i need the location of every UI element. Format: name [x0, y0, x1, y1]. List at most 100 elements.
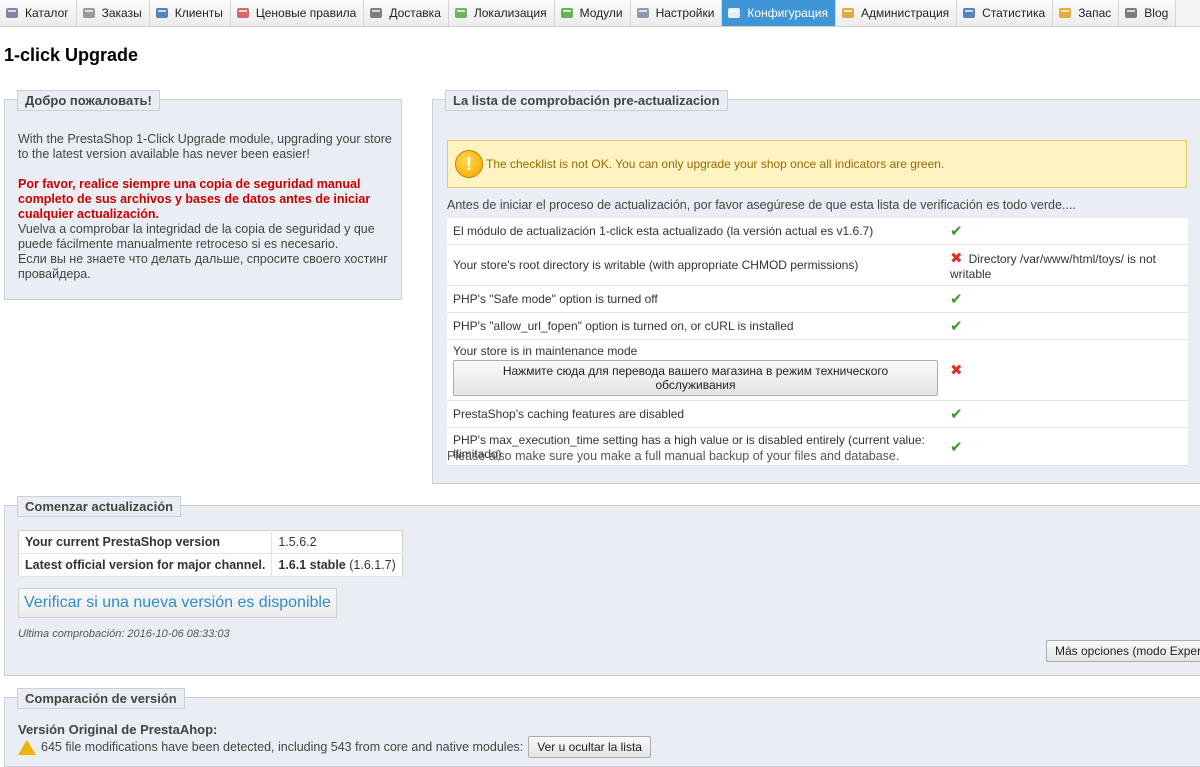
tab-label: Каталог — [25, 6, 69, 20]
tab-customers[interactable]: Клиенты — [149, 0, 231, 26]
customers-icon — [154, 5, 170, 21]
latest-version-value: 1.6.1 stable — [278, 558, 346, 572]
welcome-text-1: Vuelva a comprobar la integridad de la c… — [18, 222, 375, 251]
checklist-row-label-cell: PHP's "allow_url_fopen" option is turned… — [447, 312, 944, 340]
table-row: Your current PrestaShop version 1.5.6.2 — [18, 530, 403, 554]
tab-label: Администрация — [860, 6, 950, 20]
tab-globe[interactable]: Локализация — [448, 0, 555, 26]
modifications-line: 645 file modifications have been detecte… — [18, 736, 651, 758]
checklist-row-status-cell: ✔ — [944, 427, 1188, 466]
checklist-row-label-cell: PrestaShop's caching features are disabl… — [447, 400, 944, 428]
top-navigation: Каталог Заказы Клиенты Ценовые правила Доста… — [0, 0, 1200, 27]
latest-version-cell: 1.6.1 stable (1.6.1.7) — [271, 553, 403, 577]
tab-settings[interactable]: Настройки — [630, 0, 723, 26]
truck-icon — [368, 5, 384, 21]
tab-key[interactable]: Администрация — [835, 0, 958, 26]
maintenance-mode-button[interactable]: Нажмите сюда для перевода вашего магазин… — [453, 360, 938, 396]
checklist-row: El módulo de actualización 1-click esta … — [447, 218, 1188, 245]
checklist-row-label-cell: Your store is in maintenance mode Нажмите… — [447, 339, 944, 401]
checklist-row-status-cell: ✖ — [944, 339, 1188, 401]
current-version-value: 1.5.6.2 — [271, 530, 403, 554]
tab-label: Blog — [1144, 6, 1169, 20]
check-icon: ✔ — [950, 318, 963, 335]
checklist-row-status-cell: ✔ — [944, 218, 1188, 245]
check-icon: ✔ — [950, 406, 963, 423]
welcome-body: With the PrestaShop 1-Click Upgrade modu… — [18, 132, 393, 282]
key-icon — [840, 5, 856, 21]
welcome-intro: With the PrestaShop 1-Click Upgrade modu… — [18, 132, 392, 161]
checklist-row-label: PrestaShop's caching features are disabl… — [453, 407, 685, 421]
checklist-row-label-cell: PHP's "Safe mode" option is turned off — [447, 285, 944, 313]
upgrade-legend: Comenzar actualización — [17, 496, 182, 517]
price-rules-icon — [235, 5, 251, 21]
tab-blog[interactable]: Blog — [1119, 0, 1177, 26]
tab-cart[interactable]: Заказы — [76, 0, 150, 26]
checklist-alert: ! The checklist is not OK. You can only … — [447, 140, 1187, 188]
catalog-icon — [4, 5, 20, 21]
checklist-panel: La lista de comprobación pre-actualizaci… — [432, 90, 1200, 484]
table-row: Latest official version for major channe… — [18, 553, 403, 577]
cross-icon: ✖ — [950, 250, 963, 267]
modifications-text: 645 file modifications have been detecte… — [41, 740, 524, 754]
checklist-row-label: Your store's root directory is writable … — [453, 258, 859, 272]
last-check-text: Ultima comprobación: 2016-10-06 08:33:03 — [18, 628, 230, 640]
check-new-version-button[interactable]: Verificar si una nueva versión es dispon… — [18, 588, 337, 618]
checklist-intro: Antes de iniciar el proceso de actualiza… — [447, 198, 1076, 212]
warning-icon: ! — [455, 150, 483, 178]
more-options-button[interactable]: Más opciones (modo Experto) — [1046, 640, 1200, 662]
check-icon: ✔ — [950, 291, 963, 308]
tab-label: Статистика — [982, 6, 1046, 20]
toggle-list-button[interactable]: Ver u ocultar la lista — [528, 736, 651, 758]
tab-label: Запас — [1078, 6, 1112, 20]
backup-warning: Por favor, realice siempre una copia de … — [18, 177, 371, 221]
latest-version-extra: (1.6.1.7) — [349, 558, 396, 572]
checklist-row-label: PHP's "allow_url_fopen" option is turned… — [453, 319, 794, 333]
version-table: Your current PrestaShop version 1.5.6.2 … — [18, 530, 403, 577]
backup-note: Please also make sure you make a full ma… — [447, 449, 900, 463]
tab-catalog[interactable]: Каталог — [0, 0, 77, 26]
checklist-row-label-cell: Your store's root directory is writable … — [447, 244, 944, 286]
checklist-row-status-cell: ✔ — [944, 312, 1188, 340]
warning-triangle-icon — [18, 739, 36, 755]
checklist-row-label: PHP's "Safe mode" option is turned off — [453, 292, 658, 306]
checklist-row-status-cell: ✔ — [944, 285, 1188, 313]
puzzle-icon — [559, 5, 575, 21]
tab-label: Ценовые правила — [255, 6, 357, 20]
compare-legend: Comparación de versión — [17, 688, 185, 709]
tab-label: Конфигурация — [747, 6, 828, 20]
version-comparison-panel: Comparación de versión Versión Original … — [4, 688, 1200, 767]
checklist-row-label-cell: El módulo de actualización 1-click esta … — [447, 218, 944, 245]
checklist-row: PrestaShop's caching features are disabl… — [447, 400, 1188, 428]
checklist-row: PHP's "Safe mode" option is turned off ✔ — [447, 285, 1188, 313]
tab-stock[interactable]: Запас — [1053, 0, 1120, 26]
checklist-table: El módulo de actualización 1-click esta … — [447, 218, 1188, 466]
checklist-row-status-cell: ✔ — [944, 400, 1188, 428]
tab-label: Клиенты — [174, 6, 223, 20]
tab-wrench[interactable]: Конфигурация — [722, 0, 836, 26]
checklist-row-detail: Directory /var/www/html/toys/ is not wri… — [950, 252, 1156, 281]
welcome-panel: Добро пожаловать! With the PrestaShop 1-… — [4, 90, 402, 300]
welcome-text-2: Если вы не знаете что делать дальше, спр… — [18, 252, 388, 281]
current-version-label: Your current PrestaShop version — [18, 530, 273, 554]
tab-stats[interactable]: Статистика — [957, 0, 1054, 26]
latest-version-label: Latest official version for major channe… — [18, 553, 273, 577]
original-version-label: Versión Original de PrestaAhop: — [18, 722, 218, 737]
welcome-legend: Добро пожаловать! — [17, 90, 160, 111]
page-title: 1-click Upgrade — [4, 45, 139, 65]
tab-label: Настройки — [655, 6, 715, 20]
checklist-row-label: Your store is in maintenance mode — [453, 344, 638, 358]
tab-puzzle[interactable]: Модули — [554, 0, 631, 26]
stock-icon — [1057, 5, 1073, 21]
tab-label: Заказы — [101, 6, 142, 20]
check-icon: ✔ — [950, 438, 963, 456]
checklist-row: Your store is in maintenance mode Нажмите… — [447, 339, 1188, 401]
checklist-row: PHP's "allow_url_fopen" option is turned… — [447, 312, 1188, 340]
checklist-legend: La lista de comprobación pre-actualizaci… — [445, 90, 728, 111]
tab-price-rules[interactable]: Ценовые правила — [230, 0, 365, 26]
wrench-icon — [726, 5, 742, 21]
tab-truck[interactable]: Доставка — [364, 0, 449, 26]
check-icon: ✔ — [950, 223, 963, 240]
globe-icon — [453, 5, 469, 21]
tab-label: Модули — [579, 6, 623, 20]
cross-icon: ✖ — [950, 362, 963, 379]
